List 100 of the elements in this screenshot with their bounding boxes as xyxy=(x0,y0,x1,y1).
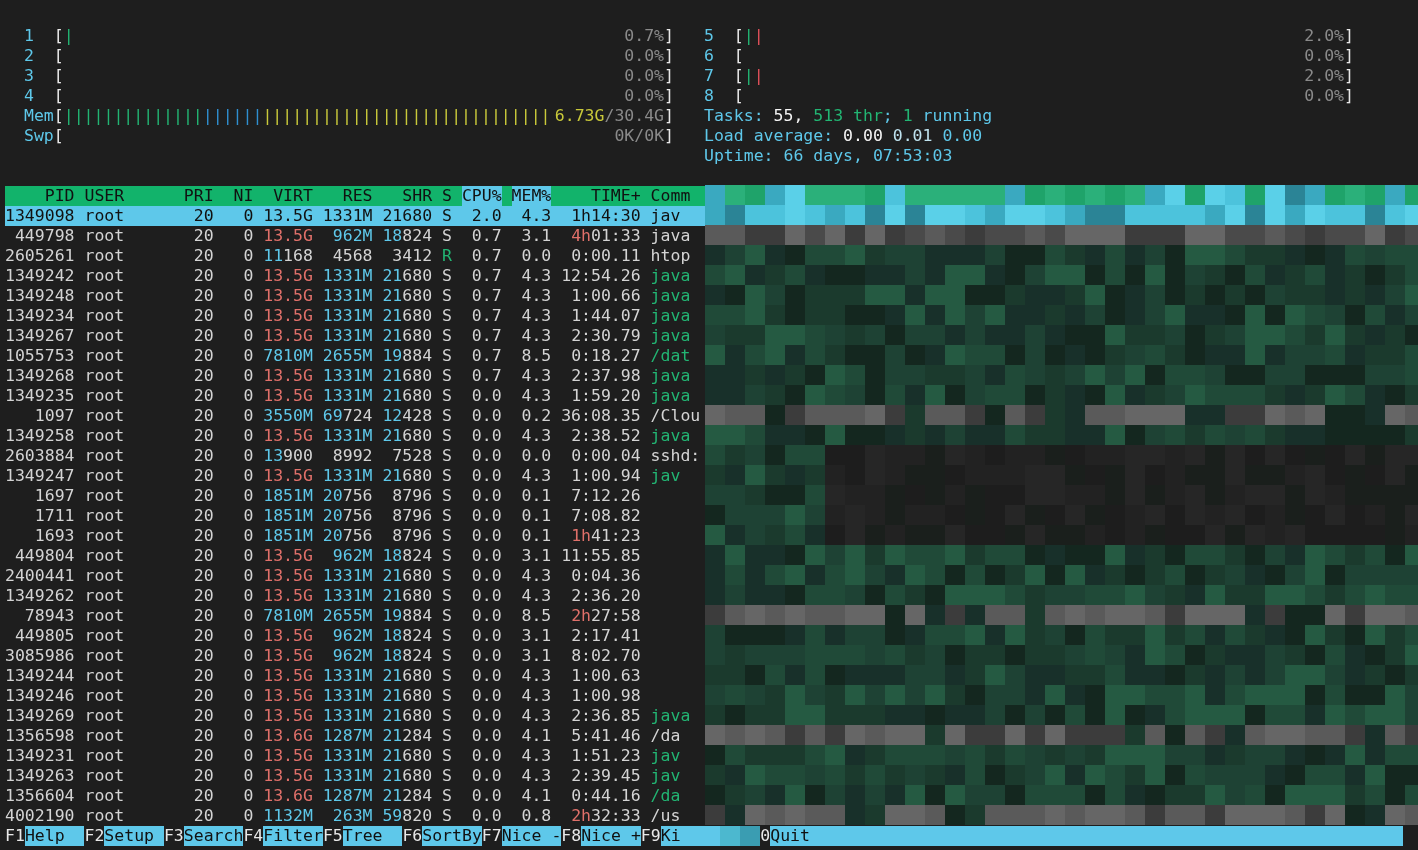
column-header[interactable]: PID xyxy=(44,186,75,206)
process-row[interactable]: 1349262 root 20 0 13.5G 1331M 21680 S 0.0 4.3 2:36.20 xyxy=(5,586,705,606)
process-row[interactable]: 1356604 root 20 0 13.6G 1287M 21284 S 0.0 4.1 0:44.16 /da xyxy=(5,786,705,806)
process-row[interactable]: 1356598 root 20 0 13.6G 1287M 21284 S 0.0 4.1 5:41.46 /da xyxy=(5,726,705,746)
process-row[interactable]: 449805 root 20 0 13.5G 962M 18824 S 0.0 3.1 2:17.41 xyxy=(5,626,705,646)
process-row[interactable]: 1349258 root 20 0 13.5G 1331M 21680 S 0.0 4.3 2:38.52 java xyxy=(5,426,705,446)
process-row[interactable]: 78943 root 20 0 7810M 2655M 19884 S 0.0 8.5 2h27:58 xyxy=(5,606,705,626)
table-cell-text: 2.0 xyxy=(470,206,502,226)
function-key-button[interactable]: Tree xyxy=(342,826,403,846)
table-cell: 1349262 xyxy=(5,586,75,606)
table-cell-text: 1331M xyxy=(321,686,373,706)
column-header[interactable]: USER xyxy=(84,186,125,206)
process-row[interactable]: 449804 root 20 0 13.5G 962M 18824 S 0.0 3.1 11:55.85 xyxy=(5,546,705,566)
table-cell-text: 21680 xyxy=(381,266,433,286)
process-row[interactable]: 1055753 root 20 0 7810M 2655M 19884 S 0.7 8.5 0:18.27 /dat xyxy=(5,346,705,366)
table-cell-text: 1331M xyxy=(321,586,373,606)
function-key-button[interactable]: Ki xyxy=(660,826,721,846)
table-cell-text: root xyxy=(83,426,126,446)
function-key-button[interactable]: SortBy xyxy=(422,826,482,846)
table-cell-text: java xyxy=(649,366,692,386)
function-key-button[interactable]: Search xyxy=(183,826,244,846)
process-row[interactable]: 1349247 root 20 0 13.5G 1331M 21680 S 0.0 4.3 1:00.94 jav xyxy=(5,466,705,486)
function-key-button[interactable]: Nice - xyxy=(501,826,562,846)
table-cell-text: 7810M xyxy=(262,346,313,366)
process-row[interactable]: 1349267 root 20 0 13.5G 1331M 21680 S 0.7 4.3 2:30.79 java xyxy=(5,326,705,346)
table-cell-text: root xyxy=(83,506,126,526)
usage-bars: ||||||||||||||||||||||||||||||||||||||||||||||||| xyxy=(63,106,551,126)
process-row[interactable]: 1349242 root 20 0 13.5G 1331M 21680 S 0.7 4.3 12:54.26 java xyxy=(5,266,705,286)
process-row[interactable]: 1349098 root 20 0 13.5G 1331M 21680 S 2.0 4.3 1h14:30 jav xyxy=(5,206,705,226)
meter-bracket: [ xyxy=(53,86,64,106)
meter-label: 8 xyxy=(704,86,715,106)
function-key-button[interactable]: Nice + xyxy=(581,826,641,846)
table-cell-text: 4.3 xyxy=(520,206,552,226)
summary-line: Tasks: 55, 513 thr; 1 running xyxy=(704,106,993,126)
table-cell-text: 19884 xyxy=(381,346,433,366)
table-cell-text: root xyxy=(83,746,126,766)
process-row[interactable]: 2603884 root 20 0 13900 8992 7528 S 0.0 0.0 0:00.04 sshd: xyxy=(5,446,705,466)
column-header[interactable]: S xyxy=(442,186,452,206)
table-cell-text: 2655M xyxy=(321,346,373,366)
table-cell-text: 13.5G xyxy=(262,286,313,306)
function-key-button[interactable]: Setup xyxy=(104,826,164,846)
process-row[interactable]: 1349263 root 20 0 13.5G 1331M 21680 S 0.0 4.3 2:39.45 jav xyxy=(5,766,705,786)
table-cell-text: root xyxy=(83,766,126,786)
process-row[interactable]: 1693 root 20 0 1851M 20756 8796 S 0.0 0.1 1h41:23 xyxy=(5,526,705,546)
table-cell-text: 20 xyxy=(192,706,214,726)
table-cell-text: root xyxy=(83,446,126,466)
column-header[interactable]: TIME+ xyxy=(591,186,641,206)
column-header[interactable]: NI xyxy=(233,186,254,206)
table-cell-text: 3.1 xyxy=(520,646,552,666)
process-row[interactable]: 1349235 root 20 0 13.5G 1331M 21680 S 0.0 4.3 1:59.20 java xyxy=(5,386,705,406)
column-header[interactable]: SHR xyxy=(402,186,433,206)
column-header[interactable]: PRI xyxy=(183,186,214,206)
process-row[interactable]: 1097 root 20 0 3550M 69724 12428 S 0.0 0.2 36:08.35 /Clou xyxy=(5,406,705,426)
meter-label: 5 xyxy=(704,26,715,46)
column-header[interactable]: Comm xyxy=(650,186,691,206)
table-cell-text: S xyxy=(441,666,452,686)
table-cell-text: S xyxy=(441,566,452,586)
table-cell-text: 1331M xyxy=(321,386,373,406)
table-cell-text: 1331M xyxy=(321,706,373,726)
column-header[interactable]: RES xyxy=(342,186,373,206)
table-cell-text: 0 xyxy=(242,266,254,286)
function-key-button[interactable]: Filter xyxy=(263,826,323,846)
process-row[interactable]: 2400441 root 20 0 13.5G 1331M 21680 S 0.0 4.3 0:04.36 xyxy=(5,566,705,586)
column-header[interactable]: MEM% xyxy=(511,186,552,206)
table-cell-text: java xyxy=(649,306,692,326)
table-cell-text: 0 xyxy=(242,566,254,586)
process-row[interactable]: 4002190 root 20 0 1132M 263M 59820 S 0.0 0.8 2h32:33 /us xyxy=(5,806,705,826)
process-row[interactable]: 1711 root 20 0 1851M 20756 8796 S 0.0 0.1 7:08.82 xyxy=(5,506,705,526)
table-cell-text: 13.5G xyxy=(262,686,313,706)
function-key-button[interactable]: Quit xyxy=(770,826,1403,846)
function-key-button[interactable]: Help xyxy=(24,826,85,846)
table-cell-text: root xyxy=(83,606,126,626)
table-cell-text: 1:00.63 xyxy=(570,666,641,686)
table-cell-text: 0 xyxy=(242,346,254,366)
table-cell-text: 78943 xyxy=(23,606,75,626)
column-header[interactable]: CPU% xyxy=(461,186,502,206)
process-row[interactable]: 1349268 root 20 0 13.5G 1331M 21680 S 0.7 4.3 2:37.98 java xyxy=(5,366,705,386)
table-cell-text: S xyxy=(441,366,452,386)
process-row[interactable]: 1349269 root 20 0 13.5G 1331M 21680 S 0.0 4.3 2:36.85 java xyxy=(5,706,705,726)
table-cell-text: 8992 xyxy=(331,446,373,466)
process-row[interactable]: 2605261 root 20 0 11168 4568 3412 R 0.7 0.0 0:00.11 htop xyxy=(5,246,705,266)
process-row[interactable]: 1349244 root 20 0 13.5G 1331M 21680 S 0.0 4.3 1:00.63 xyxy=(5,666,705,686)
process-row[interactable]: 1697 root 20 0 1851M 20756 8796 S 0.0 0.1 7:12.26 xyxy=(5,486,705,506)
column-header[interactable]: VIRT xyxy=(273,186,313,206)
table-cell-text: S xyxy=(441,726,452,746)
process-row[interactable]: 1349246 root 20 0 13.5G 1331M 21680 S 0.0 4.3 1:00.98 xyxy=(5,686,705,706)
table-cell-text: 2:30.79 xyxy=(570,326,641,346)
table-cell-text: 1331M xyxy=(321,466,373,486)
table-cell-text: root xyxy=(83,266,126,286)
table-cell-text: 0:44.16 xyxy=(570,786,641,806)
process-row[interactable]: 449798 root 20 0 13.5G 962M 18824 S 0.7 3.1 4h01:33 java xyxy=(5,226,705,246)
table-cell-text: 4.3 xyxy=(520,686,552,706)
table-cell: 4002190 xyxy=(5,806,75,826)
meter-bracket: ] xyxy=(1344,46,1354,66)
process-row[interactable]: 3085986 root 20 0 13.5G 962M 18824 S 0.0 3.1 8:02.70 xyxy=(5,646,705,666)
table-cell-text: 0 xyxy=(242,786,254,806)
table-cell-text: 8.5 xyxy=(520,346,552,366)
process-row[interactable]: 1349234 root 20 0 13.5G 1331M 21680 S 0.7 4.3 1:44.07 java xyxy=(5,306,705,326)
process-row[interactable]: 1349248 root 20 0 13.5G 1331M 21680 S 0.7 4.3 1:00.66 java xyxy=(5,286,705,306)
process-row[interactable]: 1349231 root 20 0 13.5G 1331M 21680 S 0.0 4.3 1:51.23 jav xyxy=(5,746,705,766)
